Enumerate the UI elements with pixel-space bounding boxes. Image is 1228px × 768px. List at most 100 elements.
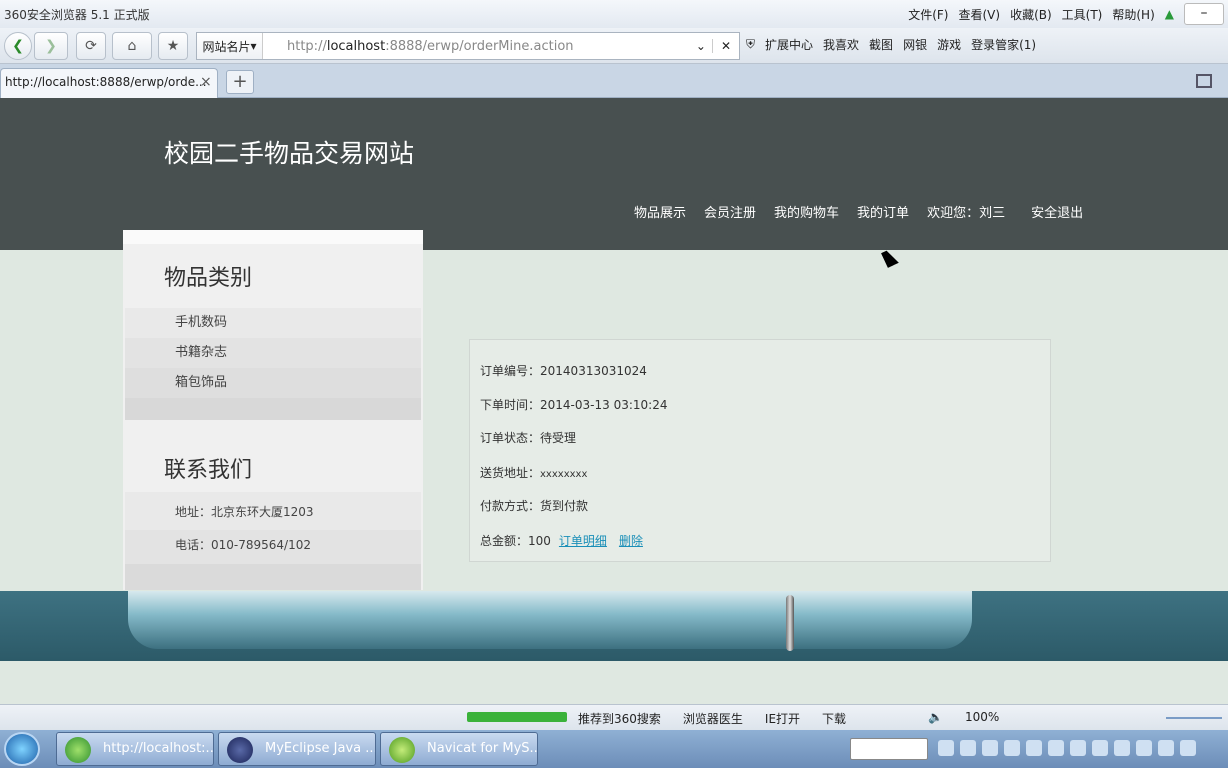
- myeclipse-icon: [227, 737, 253, 763]
- browser-title-bar: 360安全浏览器 5.1 正式版 文件(F) 查看(V) 收藏(B) 工具(T)…: [0, 0, 1228, 28]
- refresh-icon: ⟳: [85, 38, 97, 54]
- start-button[interactable]: [4, 732, 40, 766]
- site-title: 校园二手物品交易网站: [164, 139, 415, 168]
- mouse-cursor-icon: [881, 248, 899, 268]
- ie-open-button[interactable]: IE打开: [765, 710, 800, 727]
- category-item[interactable]: 手机数码: [125, 308, 421, 338]
- order-total-row: 总金额：100 订单明细 删除: [480, 534, 643, 548]
- order-detail-link[interactable]: 订单明细: [559, 534, 607, 548]
- tab-order-page[interactable]: http://localhost:8888/erwp/orde...: [0, 68, 218, 98]
- tray-icon[interactable]: [1026, 740, 1042, 756]
- minimize-button[interactable]: –: [1184, 3, 1224, 25]
- download-button[interactable]: 下载: [822, 710, 846, 727]
- navicat-icon: [389, 737, 415, 763]
- order-payment: 货到付款: [540, 499, 589, 513]
- address-input[interactable]: http://localhost:8888/erwp/orderMine.act…: [263, 39, 690, 54]
- task-navicat[interactable]: Navicat for MyS...: [380, 732, 538, 766]
- nav-item-orders[interactable]: 我的订单: [857, 202, 909, 221]
- tray-icon[interactable]: [960, 740, 976, 756]
- browser-title: 360安全浏览器 5.1 正式版: [4, 8, 150, 22]
- tab-bar: http://localhost:8888/erwp/orde... × +: [0, 64, 1228, 98]
- nav-item-logout[interactable]: 安全退出: [1031, 202, 1083, 221]
- order-time: 2014-03-13 03:10:24: [540, 398, 668, 412]
- category-heading: 物品类别: [164, 266, 253, 291]
- tab-close-icon[interactable]: ×: [200, 74, 212, 90]
- task-browser[interactable]: http://localhost:...: [56, 732, 214, 766]
- menu-file[interactable]: 文件(F): [908, 6, 948, 23]
- forward-arrow-icon: ❯: [45, 38, 57, 54]
- web-page: 校园二手物品交易网站 物品展示 会员注册 我的购物车 我的订单 欢迎您：刘三 安…: [0, 98, 1228, 704]
- order-delete-link[interactable]: 删除: [619, 534, 643, 548]
- screenshot-button[interactable]: 截图: [869, 36, 893, 53]
- sidebar-top-strip: [123, 230, 423, 244]
- order-time-row: 下单时间：2014-03-13 03:10:24: [480, 398, 668, 412]
- sidebar-divider: [125, 398, 421, 420]
- nav-item-register[interactable]: 会员注册: [704, 202, 756, 221]
- tray-icon[interactable]: [1136, 740, 1152, 756]
- system-tray: [938, 740, 1196, 756]
- tray-icon[interactable]: [1004, 740, 1020, 756]
- sidebar-bottom: [125, 564, 421, 590]
- tray-icon[interactable]: [1114, 740, 1130, 756]
- extension-toolbar: ⛨ 扩展中心 我喜欢 截图 网银 游戏 登录管家(1): [746, 36, 1036, 53]
- home-icon: ⌂: [127, 38, 137, 54]
- restore-tabs-icon[interactable]: [1196, 74, 1212, 88]
- task-myeclipse[interactable]: MyEclipse Java ...: [218, 732, 376, 766]
- taskbar: http://localhost:... MyEclipse Java ... …: [0, 730, 1228, 768]
- site-footer: [0, 591, 1228, 661]
- category-item[interactable]: 箱包饰品: [125, 368, 421, 398]
- browser-doctor-button[interactable]: 浏览器医生: [683, 710, 743, 727]
- category-item[interactable]: 书籍杂志: [125, 338, 421, 368]
- tray-icon[interactable]: [938, 740, 954, 756]
- games-button[interactable]: 游戏: [937, 36, 961, 53]
- shield-icon[interactable]: ⛨: [746, 37, 755, 52]
- online-bank-button[interactable]: 网银: [903, 36, 927, 53]
- tray-icon[interactable]: [982, 740, 998, 756]
- nav-item-cart[interactable]: 我的购物车: [774, 202, 839, 221]
- favorites-button[interactable]: ★: [158, 32, 188, 60]
- site-header: 校园二手物品交易网站 物品展示 会员注册 我的购物车 我的订单 欢迎您：刘三 安…: [0, 98, 1228, 250]
- tray-icon[interactable]: [1070, 740, 1086, 756]
- footer-glow: [128, 591, 972, 649]
- load-progress-bar: [467, 712, 567, 722]
- dropdown-icon[interactable]: ⌄: [690, 39, 712, 53]
- tray-icon[interactable]: [1092, 740, 1108, 756]
- back-button[interactable]: ❮: [4, 32, 32, 60]
- sound-icon[interactable]: 🔈: [928, 710, 943, 727]
- forward-button[interactable]: ❯: [34, 32, 68, 60]
- menu-tools[interactable]: 工具(T): [1062, 6, 1103, 23]
- recommend-search-button[interactable]: 推荐到360搜索: [578, 710, 661, 727]
- close-icon[interactable]: ✕: [711, 39, 739, 53]
- like-button[interactable]: 我喜欢: [823, 36, 859, 53]
- order-payment-row: 付款方式：货到付款: [480, 499, 589, 513]
- login-manager-button[interactable]: 登录管家(1): [971, 36, 1036, 53]
- menu-view[interactable]: 查看(V): [958, 6, 1000, 23]
- order-address-row: 送货地址：xxxxxxxx: [480, 466, 588, 480]
- order-card: 订单编号：20140313031024 下单时间：2014-03-13 03:1…: [469, 339, 1051, 562]
- nav-item-products[interactable]: 物品展示: [634, 202, 686, 221]
- home-button[interactable]: ⌂: [112, 32, 152, 60]
- tray-icon[interactable]: [1048, 740, 1064, 756]
- new-tab-button[interactable]: +: [226, 70, 254, 94]
- zoom-slider[interactable]: [1166, 717, 1222, 719]
- order-status-row: 订单状态：待受理: [480, 431, 577, 445]
- browser-status-bar: 推荐到360搜索 浏览器医生 IE打开 下载 🔈 100%: [0, 704, 1228, 730]
- star-icon: ★: [166, 38, 180, 54]
- tray-icon[interactable]: [1180, 740, 1196, 756]
- zoom-level[interactable]: 100%: [965, 710, 999, 727]
- menu-favorites[interactable]: 收藏(B): [1010, 6, 1052, 23]
- main-nav: 物品展示 会员注册 我的购物车 我的订单 欢迎您：刘三 安全退出: [634, 202, 1083, 221]
- tray-icon[interactable]: [1158, 740, 1174, 756]
- taskbar-search-input[interactable]: [850, 738, 928, 760]
- order-number-row: 订单编号：20140313031024: [480, 364, 647, 378]
- extension-center-button[interactable]: 扩展中心: [765, 36, 813, 53]
- site-name-button[interactable]: 网站名片 ▾: [197, 33, 263, 59]
- status-items: 推荐到360搜索 浏览器医生 IE打开 下载 🔈 100%: [578, 710, 999, 727]
- refresh-button[interactable]: ⟳: [76, 32, 106, 60]
- skin-icon[interactable]: ▲: [1165, 7, 1174, 21]
- menu-help[interactable]: 帮助(H): [1112, 6, 1154, 23]
- contact-phone: 电话：010-789564/102: [125, 530, 421, 564]
- footer-pillar: [786, 595, 794, 651]
- address-bar[interactable]: 网站名片 ▾ http://localhost:8888/erwp/orderMi…: [196, 32, 740, 60]
- order-status: 待受理: [540, 431, 577, 445]
